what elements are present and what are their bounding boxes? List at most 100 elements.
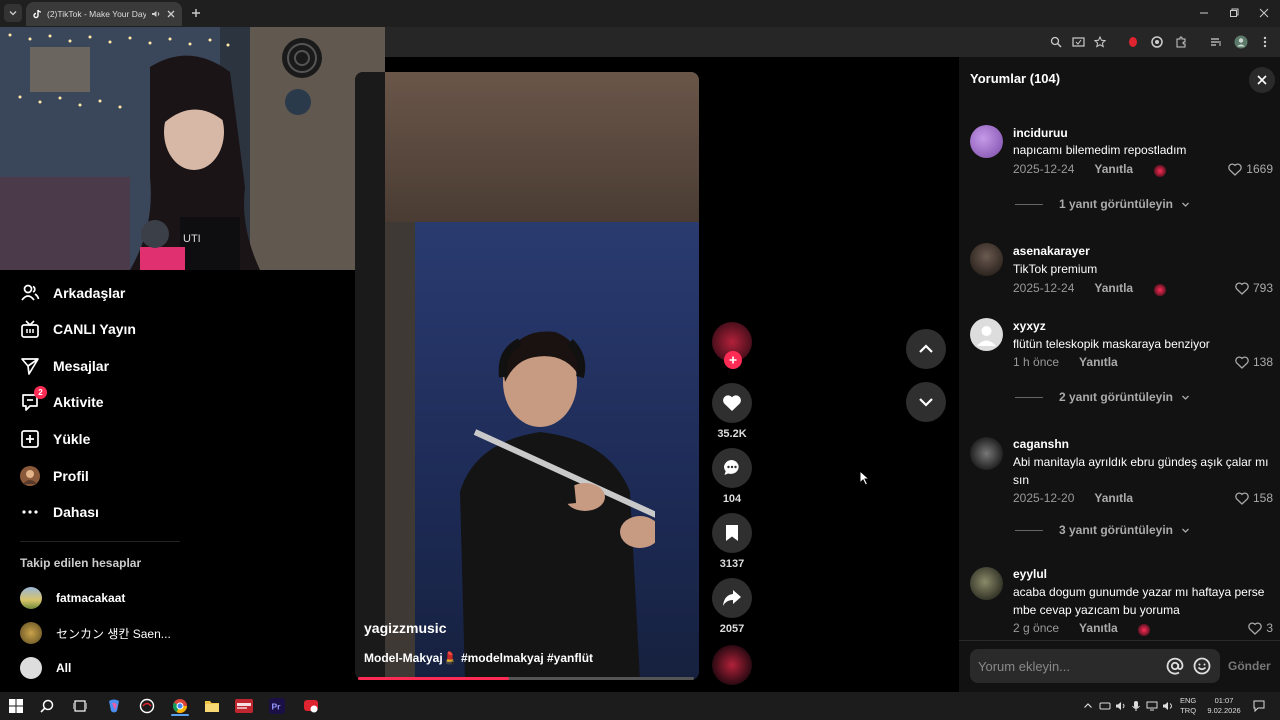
follow-button[interactable] bbox=[724, 351, 742, 369]
comment-button[interactable] bbox=[712, 448, 752, 488]
following-item[interactable]: fatmacakaat bbox=[20, 586, 125, 610]
heart-outline-icon bbox=[1235, 281, 1249, 295]
comment-like[interactable]: 3 bbox=[1248, 621, 1273, 635]
like-button[interactable] bbox=[712, 383, 752, 423]
bookmark-star-icon[interactable] bbox=[1092, 34, 1108, 50]
reply-button[interactable]: Yanıtla bbox=[1079, 355, 1118, 369]
taskbar-app-red[interactable] bbox=[302, 697, 320, 715]
microphone-icon[interactable] bbox=[1131, 700, 1141, 712]
comments-count: (104) bbox=[1029, 71, 1061, 86]
tab-search-button[interactable] bbox=[4, 4, 22, 22]
heart-icon bbox=[723, 395, 741, 411]
heart-outline-icon bbox=[1248, 621, 1263, 635]
speaker-icon[interactable] bbox=[151, 9, 161, 19]
speaker-icon[interactable] bbox=[1162, 701, 1174, 711]
reply-button[interactable]: Yanıtla bbox=[1094, 162, 1133, 176]
browser-menu-icon[interactable] bbox=[1257, 34, 1273, 50]
video-player[interactable] bbox=[355, 72, 699, 680]
music-disc[interactable] bbox=[712, 645, 752, 685]
video-caption[interactable]: Model-Makyaj💄 #modelmakyaj #yanflüt bbox=[364, 651, 593, 665]
view-replies-button[interactable]: 3 yanıt görüntüleyin bbox=[1015, 523, 1190, 537]
chevron-down-icon bbox=[9, 11, 17, 16]
restore-button[interactable] bbox=[1226, 5, 1242, 21]
emoji-button[interactable] bbox=[1192, 656, 1212, 676]
sidebar-item-profile[interactable]: Profil bbox=[20, 461, 89, 491]
taskbar-search-button[interactable] bbox=[38, 697, 56, 715]
close-comments-button[interactable] bbox=[1249, 67, 1275, 93]
video-shadow bbox=[355, 72, 385, 680]
new-tab-button[interactable] bbox=[188, 5, 204, 21]
comment-username[interactable]: xyxyz bbox=[1013, 319, 1046, 333]
comment-icon bbox=[724, 460, 739, 475]
task-view-button[interactable] bbox=[71, 697, 89, 715]
next-video-button[interactable] bbox=[906, 382, 946, 422]
language-indicator[interactable]: ENG TRQ bbox=[1180, 696, 1196, 716]
comment-username[interactable]: inciduruu bbox=[1013, 126, 1068, 140]
comment-like[interactable]: 138 bbox=[1235, 355, 1273, 369]
previous-video-button[interactable] bbox=[906, 329, 946, 369]
taskbar-chrome[interactable] bbox=[171, 697, 189, 715]
comment-username[interactable]: asenakarayer bbox=[1013, 244, 1090, 258]
start-button[interactable] bbox=[7, 697, 25, 715]
comment-avatar[interactable] bbox=[970, 125, 1003, 158]
taskbar-clock[interactable]: 01:07 9.02.2026 bbox=[1204, 696, 1244, 716]
following-item[interactable]: All bbox=[20, 656, 71, 680]
volume-icon[interactable] bbox=[1115, 701, 1127, 711]
zoom-icon[interactable] bbox=[1048, 34, 1064, 50]
comment-avatar[interactable] bbox=[970, 318, 1003, 351]
tray-app-icon[interactable] bbox=[1099, 701, 1111, 711]
notification-icon[interactable] bbox=[1253, 700, 1265, 712]
reply-button[interactable]: Yanıtla bbox=[1094, 491, 1133, 505]
sidebar-item-friends[interactable]: Arkadaşlar bbox=[20, 278, 125, 308]
comment-avatar[interactable] bbox=[970, 243, 1003, 276]
extensions-puzzle-icon[interactable] bbox=[1173, 34, 1189, 50]
comment-avatar[interactable] bbox=[970, 567, 1003, 600]
comment-like[interactable]: 1669 bbox=[1228, 162, 1273, 176]
comment-username[interactable]: caganshn bbox=[1013, 437, 1069, 451]
taskbar-file-explorer[interactable] bbox=[203, 697, 221, 715]
mention-button[interactable] bbox=[1165, 656, 1185, 676]
profile-avatar-icon[interactable] bbox=[1233, 34, 1249, 50]
sidebar-item-live[interactable]: CANLI Yayın bbox=[20, 314, 136, 344]
view-replies-button[interactable]: 1 yanıt görüntüleyin bbox=[1015, 197, 1190, 211]
taskbar-video-editor[interactable] bbox=[235, 697, 253, 715]
comment-like[interactable]: 793 bbox=[1235, 281, 1273, 295]
emoji-icon bbox=[1193, 657, 1211, 675]
sidebar-item-more[interactable]: Dahası bbox=[20, 497, 99, 527]
app-circle-icon bbox=[139, 698, 155, 714]
comment-like[interactable]: 158 bbox=[1235, 491, 1273, 505]
reply-button[interactable]: Yanıtla bbox=[1094, 281, 1133, 295]
reply-button[interactable]: Yanıtla bbox=[1079, 621, 1118, 635]
taskbar-app-circle[interactable] bbox=[138, 697, 156, 715]
comment-username[interactable]: eyylul bbox=[1013, 567, 1047, 581]
close-tab-icon[interactable] bbox=[166, 9, 176, 19]
send-comment-button[interactable]: Gönder bbox=[1228, 659, 1271, 673]
view-replies-button[interactable]: 2 yanıt görüntüleyin bbox=[1015, 390, 1190, 404]
video-username[interactable]: yagizzmusic bbox=[364, 620, 446, 636]
sidebar-item-messages[interactable]: Mesajlar bbox=[20, 351, 109, 381]
media-control-icon[interactable] bbox=[1208, 34, 1224, 50]
comment-meta: 1 h önce Yanıtla bbox=[1013, 355, 1118, 369]
taskbar-premiere[interactable]: Pr bbox=[268, 697, 286, 715]
network-icon[interactable] bbox=[1146, 701, 1158, 711]
cast-icon[interactable] bbox=[1070, 34, 1086, 50]
taskbar-copilot[interactable] bbox=[105, 697, 123, 715]
sidebar-item-activity[interactable]: 2 Aktivite bbox=[20, 386, 104, 417]
share-button[interactable] bbox=[712, 578, 752, 618]
comment-date: 2025-12-24 bbox=[1013, 281, 1075, 295]
extension-circle-icon[interactable] bbox=[1149, 34, 1165, 50]
save-button[interactable] bbox=[712, 513, 752, 553]
video-progress-bar[interactable] bbox=[358, 677, 694, 680]
chevron-up-icon[interactable] bbox=[1083, 701, 1093, 711]
plus-icon bbox=[729, 356, 737, 364]
copilot-icon bbox=[109, 699, 119, 713]
minimize-button[interactable] bbox=[1196, 5, 1212, 21]
following-item[interactable]: センカン 생칸 Saen... bbox=[20, 621, 171, 645]
comments-title-label: Yorumlar bbox=[970, 71, 1027, 86]
browser-tab[interactable]: (2)TikTok - Make Your Day bbox=[26, 2, 182, 26]
extension-red-icon[interactable] bbox=[1125, 34, 1141, 50]
sidebar-item-upload[interactable]: Yükle bbox=[20, 424, 90, 454]
comment-text: Abi manitayla ayrıldık ebru gündeş aşık … bbox=[1013, 455, 1269, 487]
comment-avatar[interactable] bbox=[970, 437, 1003, 470]
close-window-button[interactable] bbox=[1256, 5, 1272, 21]
